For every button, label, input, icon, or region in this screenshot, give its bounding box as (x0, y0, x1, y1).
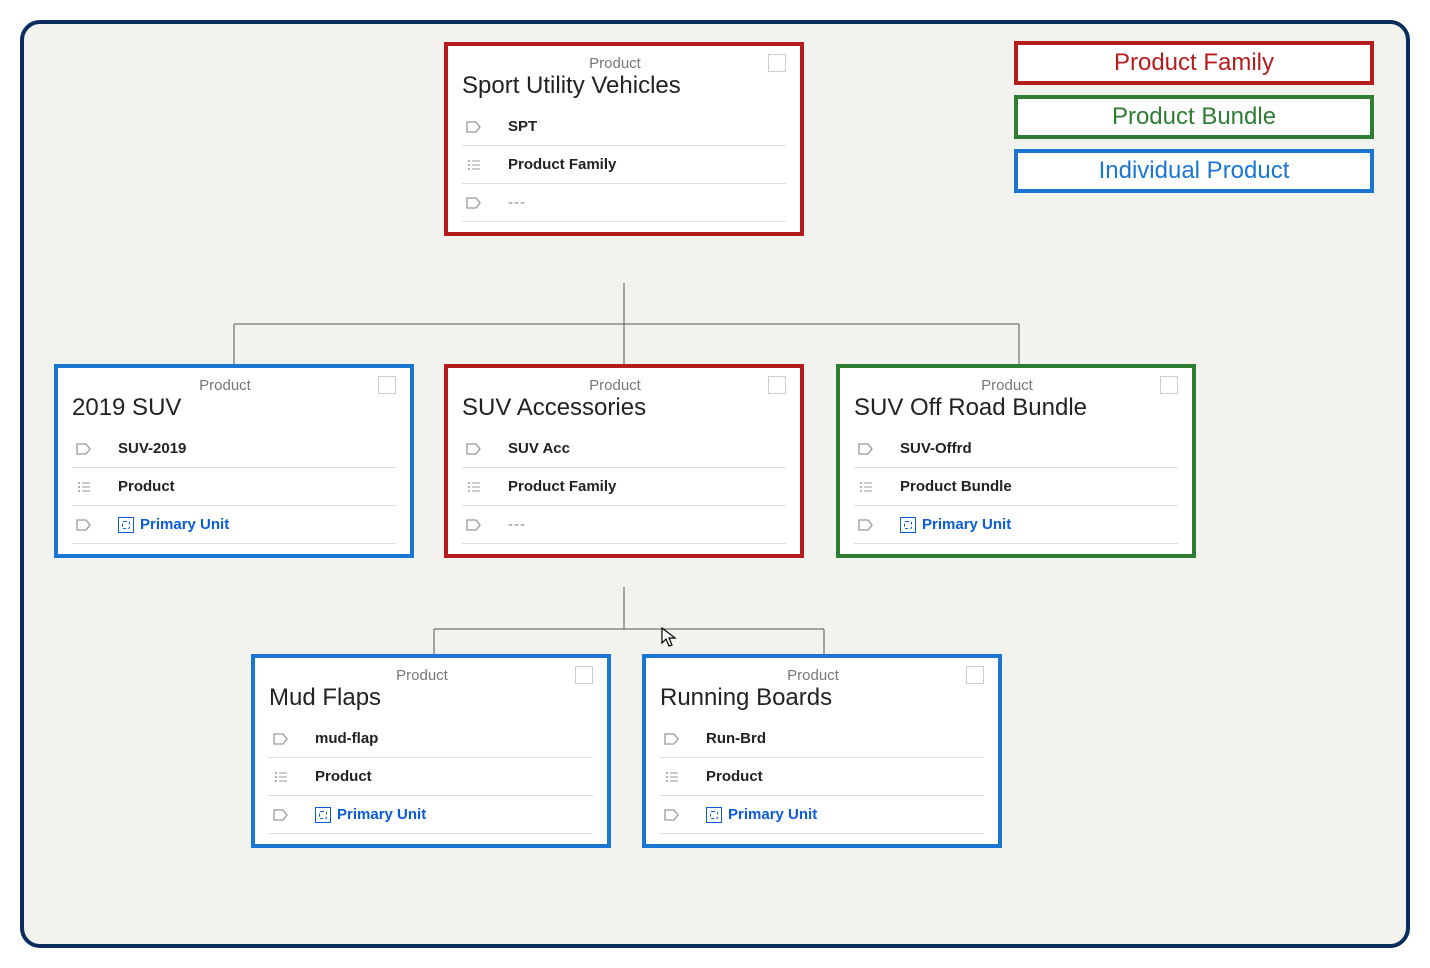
diagram-frame: Product Family Product Bundle Individual… (20, 20, 1410, 948)
list-icon (76, 479, 92, 495)
card-checkbox[interactable] (768, 376, 786, 394)
card-checkbox[interactable] (966, 666, 984, 684)
list-icon (466, 157, 482, 173)
tag-icon (466, 517, 482, 533)
product-code: SUV Acc (508, 440, 570, 457)
product-unit: --- (508, 194, 526, 211)
card-type-label: Product (854, 377, 1160, 394)
product-structure: Product (315, 768, 372, 785)
cursor-icon (661, 627, 677, 649)
product-unit: --- (508, 516, 526, 533)
card-type-label: Product (269, 667, 575, 684)
tag-icon (273, 731, 289, 747)
tag-icon (858, 517, 874, 533)
card-type-label: Product (462, 55, 768, 72)
card-title: Running Boards (660, 684, 984, 712)
card-checkbox[interactable] (1160, 376, 1178, 394)
tag-icon (466, 195, 482, 211)
primary-unit-link[interactable]: Primary Unit (900, 516, 1011, 533)
unit-icon (706, 807, 722, 823)
primary-unit-link[interactable]: Primary Unit (118, 516, 229, 533)
primary-unit-link[interactable]: Primary Unit (706, 806, 817, 823)
product-code: SPT (508, 118, 537, 135)
legend-family: Product Family (1014, 41, 1374, 85)
card-title: SUV Off Road Bundle (854, 394, 1178, 422)
tag-icon (76, 441, 92, 457)
card-title: SUV Accessories (462, 394, 786, 422)
legend-bundle: Product Bundle (1014, 95, 1374, 139)
list-icon (466, 479, 482, 495)
card-checkbox[interactable] (575, 666, 593, 684)
card-mud-flaps[interactable]: Product Mud Flaps mud-flap Product Prima… (251, 654, 611, 848)
card-type-label: Product (462, 377, 768, 394)
tag-icon (664, 731, 680, 747)
card-sport-utility-vehicles[interactable]: Product Sport Utility Vehicles SPT Produ… (444, 42, 804, 236)
tag-icon (76, 517, 92, 533)
unit-text: Primary Unit (922, 516, 1011, 533)
legend-product: Individual Product (1014, 149, 1374, 193)
product-structure: Product Family (508, 156, 616, 173)
tag-icon (664, 807, 680, 823)
product-structure: Product Family (508, 478, 616, 495)
product-code: mud-flap (315, 730, 378, 747)
card-suv-accessories[interactable]: Product SUV Accessories SUV Acc Product … (444, 364, 804, 558)
product-code: SUV-Offrd (900, 440, 972, 457)
list-icon (273, 769, 289, 785)
card-checkbox[interactable] (378, 376, 396, 394)
card-suv-offroad-bundle[interactable]: Product SUV Off Road Bundle SUV-Offrd Pr… (836, 364, 1196, 558)
unit-icon (118, 517, 134, 533)
card-title: Sport Utility Vehicles (462, 72, 786, 100)
unit-icon (900, 517, 916, 533)
tag-icon (273, 807, 289, 823)
tag-icon (466, 441, 482, 457)
card-running-boards[interactable]: Product Running Boards Run-Brd Product P… (642, 654, 1002, 848)
legend: Product Family Product Bundle Individual… (1014, 41, 1374, 193)
tag-icon (466, 119, 482, 135)
product-code: SUV-2019 (118, 440, 186, 457)
card-2019-suv[interactable]: Product 2019 SUV SUV-2019 Product Primar… (54, 364, 414, 558)
unit-icon (315, 807, 331, 823)
card-type-label: Product (660, 667, 966, 684)
list-icon (858, 479, 874, 495)
primary-unit-link[interactable]: Primary Unit (315, 806, 426, 823)
card-title: 2019 SUV (72, 394, 396, 422)
card-title: Mud Flaps (269, 684, 593, 712)
product-structure: Product (706, 768, 763, 785)
unit-text: Primary Unit (728, 806, 817, 823)
list-icon (664, 769, 680, 785)
unit-text: Primary Unit (140, 516, 229, 533)
product-structure: Product (118, 478, 175, 495)
card-type-label: Product (72, 377, 378, 394)
card-checkbox[interactable] (768, 54, 786, 72)
product-code: Run-Brd (706, 730, 766, 747)
unit-text: Primary Unit (337, 806, 426, 823)
product-structure: Product Bundle (900, 478, 1012, 495)
tag-icon (858, 441, 874, 457)
